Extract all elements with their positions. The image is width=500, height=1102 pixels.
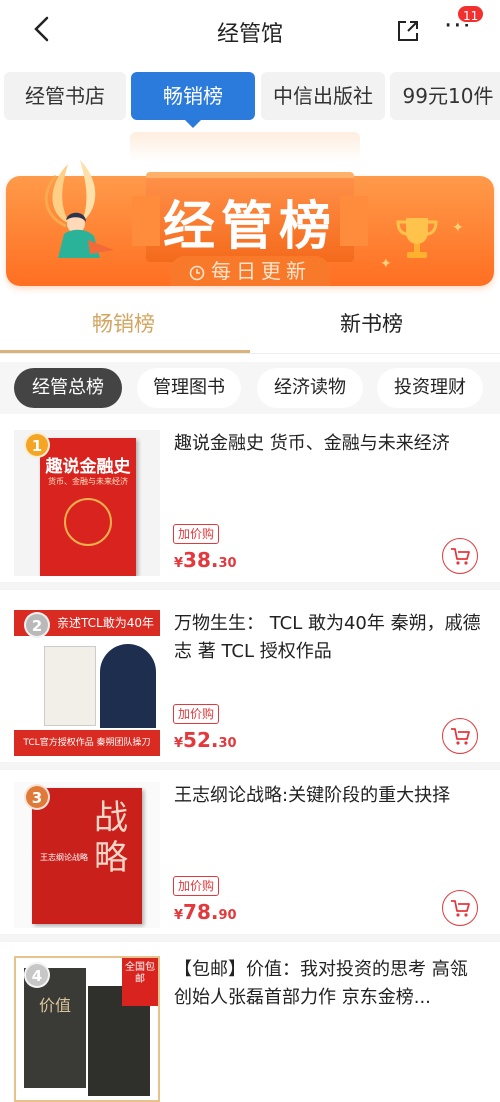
cover-subtitle: 货币、金融与未来经济 — [48, 477, 128, 486]
tab-bestseller[interactable]: 畅销榜 — [131, 72, 255, 128]
book-title[interactable]: 趣说金融史 货币、金融与未来经济 — [174, 430, 484, 458]
book-price: ¥38.30 — [174, 548, 237, 572]
cover-subtitle: TCL官方授权作品 秦朔团队操刀 — [14, 730, 160, 756]
book-list-item[interactable]: 亲述TCL敢为40年 TCL官方授权作品 秦朔团队操刀 2 万物生生： TCL … — [0, 598, 500, 770]
top-bar: 经管馆 ··· 11 — [0, 0, 500, 62]
category-chips: 经管总榜 管理图书 经济读物 投资理财 — [0, 362, 500, 414]
cart-icon — [451, 900, 470, 917]
promo-tag: 加价购 — [173, 704, 220, 724]
add-to-cart-button[interactable] — [442, 890, 478, 926]
cover-portrait — [100, 644, 156, 728]
rank-badge: 4 — [24, 962, 50, 988]
chip-investment[interactable]: 投资理财 — [377, 368, 483, 408]
cover-title: 趣说金融史 — [45, 457, 131, 477]
banner-glow — [130, 132, 360, 162]
rank-badge: 2 — [24, 612, 50, 638]
promo-tag: 加价购 — [173, 524, 220, 544]
trophy-icon — [396, 218, 438, 258]
cart-icon — [451, 728, 470, 745]
rank-badge: 3 — [24, 784, 50, 810]
cart-icon — [451, 548, 470, 565]
active-tab-indicator — [0, 350, 250, 353]
ranking-tabs: 畅销榜 新书榜 — [0, 298, 500, 354]
book-title[interactable]: 王志纲论战略:关键阶段的重大抉择 — [174, 782, 484, 810]
book-list-item[interactable]: 趣说金融史 货币、金融与未来经济 1 趣说金融史 货币、金融与未来经济 加价购 … — [0, 418, 500, 590]
daily-update-text: 每日更新 — [211, 259, 311, 283]
chip-overall[interactable]: 经管总榜 — [14, 368, 122, 408]
ranking-banner: 经管榜 ✦ ✦ 每日更新 — [0, 128, 500, 296]
tab-store[interactable]: 经管书店 — [4, 72, 126, 120]
notification-badge: 11 — [456, 4, 486, 24]
book-list-item[interactable]: 战略 王志纲论战略 3 王志纲论战略:关键阶段的重大抉择 加价购 ¥78.90 — [0, 770, 500, 942]
page-title: 经管馆 — [216, 22, 283, 47]
chip-economics[interactable]: 经济读物 — [257, 368, 363, 408]
rank-badge: 1 — [24, 432, 50, 458]
tab-bestseller-ranking[interactable]: 畅销榜 — [92, 308, 155, 338]
tab-promo[interactable]: 99元10件 — [390, 72, 500, 120]
book-list-item[interactable]: 价值 全国包邮 4 【包邮】价值：我对投资的思考 高瓴创始人张磊首部力作 京东金… — [0, 950, 500, 1102]
chip-management[interactable]: 管理图书 — [137, 368, 241, 408]
add-to-cart-button[interactable] — [442, 538, 478, 574]
sparkle-icon: ✦ — [452, 220, 464, 236]
cover-emblem — [64, 498, 112, 546]
cover-subtitle: 王志纲论战略 — [40, 853, 88, 862]
tab-new-books-ranking[interactable]: 新书榜 — [340, 308, 403, 338]
book-price: ¥78.90 — [174, 900, 237, 924]
book-title[interactable]: 万物生生： TCL 敢为40年 秦朔，戚德志 著 TCL 授权作品 — [174, 610, 484, 666]
add-to-cart-button[interactable] — [442, 718, 478, 754]
cover-subtitle: 全国包邮 — [122, 958, 158, 1006]
share-icon[interactable] — [394, 17, 422, 45]
daily-update-label: 每日更新 — [170, 256, 330, 286]
tab-citic[interactable]: 中信出版社 — [261, 72, 385, 120]
cover-book — [44, 646, 96, 726]
cover-title: 战略 — [94, 798, 128, 878]
promo-tag: 加价购 — [173, 876, 220, 896]
banner-title: 经管榜 — [162, 196, 337, 257]
book-title[interactable]: 【包邮】价值：我对投资的思考 高瓴创始人张磊首部力作 京东金榜... — [174, 956, 484, 1012]
clock-icon — [189, 265, 205, 281]
store-tabs: 经管书店 畅销榜 中信出版社 99元10件 — [0, 70, 500, 128]
sparkle-icon: ✦ — [380, 256, 392, 272]
book-price: ¥52.30 — [174, 728, 237, 752]
fairy-illustration-icon — [44, 160, 114, 258]
cover-title: 价值 — [38, 996, 71, 1015]
